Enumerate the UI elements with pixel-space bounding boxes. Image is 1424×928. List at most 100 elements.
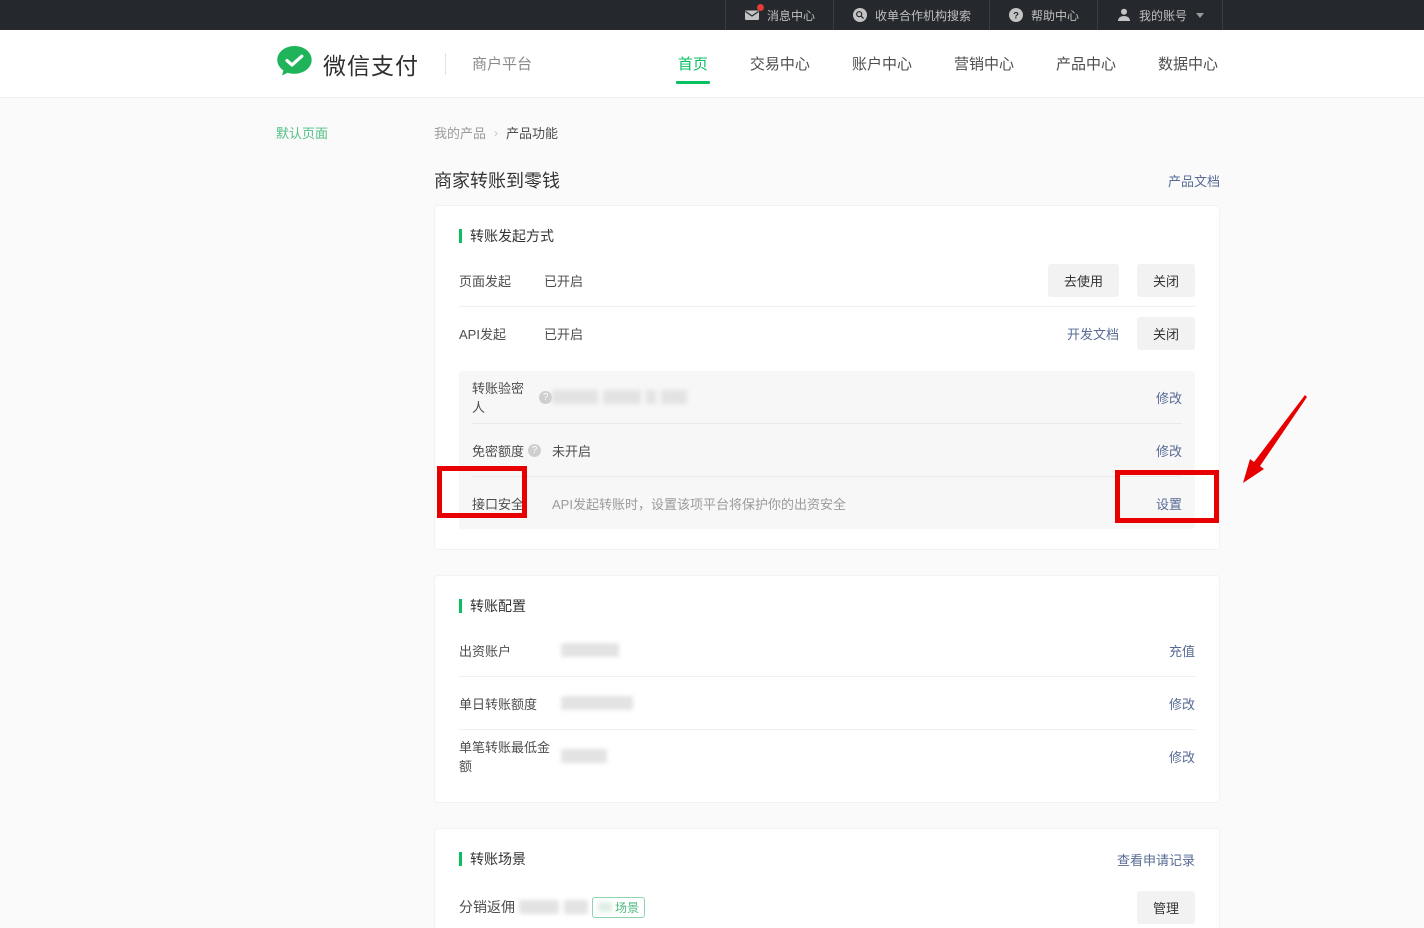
topbar-item-label: 帮助中心: [1031, 7, 1079, 24]
section-title: 转账发起方式: [459, 226, 554, 246]
section-title-text: 转账场景: [470, 849, 526, 869]
transfer-init-header: 转账发起方式: [459, 226, 1195, 246]
nav-marketing-center[interactable]: 营销中心: [952, 31, 1016, 96]
redacted-value: [552, 390, 687, 404]
topbar-item-label: 消息中心: [767, 7, 815, 24]
modify-link[interactable]: 修改: [1156, 388, 1182, 407]
row-label: 单日转账额度: [459, 694, 561, 713]
row-label: 转账验密人 ?: [472, 378, 552, 416]
row-transfer-verifier: 转账验密人 ? 修改: [472, 371, 1182, 423]
redacted-value: [561, 749, 607, 763]
section-accent-bar: [459, 229, 462, 243]
topbar-help-center[interactable]: ? 帮助中心: [989, 0, 1097, 30]
header: 微信支付 商户平台 首页 交易中心 账户中心 营销中心 产品中心 数据中心: [0, 30, 1424, 98]
product-doc-link[interactable]: 产品文档: [1168, 171, 1220, 190]
settings-link[interactable]: 设置: [1156, 494, 1182, 513]
modify-link[interactable]: 修改: [1156, 441, 1182, 460]
chevron-down-icon: [1196, 13, 1204, 18]
row-label: 接口安全: [472, 494, 552, 513]
page-title: 商家转账到零钱: [434, 167, 560, 193]
breadcrumb-current: 产品功能: [506, 123, 558, 142]
nav-transaction-center[interactable]: 交易中心: [748, 31, 812, 96]
breadcrumb: 我的产品 › 产品功能: [434, 123, 1220, 142]
row-value: 已开启: [544, 324, 583, 343]
transfer-scene-header: 转账场景 查看申请记录: [459, 849, 1195, 869]
question-icon[interactable]: ?: [539, 391, 552, 404]
transfer-config-card: 转账配置 出资账户 充值 单日转账额度 修改: [434, 575, 1220, 803]
row-value: 未开启: [552, 441, 591, 460]
help-icon: ?: [1008, 7, 1024, 23]
redacted-value: [519, 900, 588, 914]
brand-name: 微信支付: [323, 47, 419, 81]
svg-text:?: ?: [1013, 11, 1019, 22]
brand-divider: [445, 53, 446, 75]
section-title: 转账配置: [459, 596, 526, 616]
recharge-link[interactable]: 充值: [1169, 641, 1195, 660]
brand[interactable]: 微信支付 商户平台: [276, 45, 532, 82]
scene-label: 分销返佣: [459, 897, 515, 917]
topbar-item-label: 我的账号: [1139, 7, 1187, 24]
question-icon[interactable]: ?: [528, 444, 541, 457]
topbar-item-label: 收单合作机构搜索: [875, 7, 971, 24]
topbar-spacer: [1222, 0, 1424, 30]
view-records-link[interactable]: 查看申请记录: [1117, 850, 1195, 869]
breadcrumb-parent[interactable]: 我的产品: [434, 123, 486, 142]
row-page-initiate: 页面发起 已开启 去使用 关闭: [459, 254, 1195, 306]
dev-doc-link[interactable]: 开发文档: [1067, 324, 1119, 343]
redacted-value: [561, 696, 633, 710]
section-accent-bar: [459, 599, 462, 613]
content: 默认页面 我的产品 › 产品功能 商家转账到零钱 产品文档 转账发起方式 页面发…: [0, 98, 1424, 928]
mail-icon: [744, 7, 760, 23]
section-title: 转账场景: [459, 849, 526, 869]
row-daily-transfer-limit: 单日转账额度 修改: [459, 677, 1195, 729]
manage-button[interactable]: 管理: [1137, 891, 1195, 924]
row-label: 出资账户: [459, 641, 561, 660]
topbar-my-account[interactable]: 我的账号: [1097, 0, 1222, 30]
api-settings-panel: 转账验密人 ? 修改 免密额度 ?: [459, 371, 1195, 529]
page-title-row: 商家转账到零钱 产品文档: [434, 167, 1220, 193]
row-distribution-commission: 分销返佣 场景 管理: [459, 883, 1195, 928]
main-nav: 首页 交易中心 账户中心 营销中心 产品中心 数据中心: [676, 31, 1220, 96]
modify-link[interactable]: 修改: [1169, 694, 1195, 713]
row-label: API发起: [459, 324, 544, 343]
row-label-text: 免密额度: [472, 441, 524, 460]
sidebar-item-default-page[interactable]: 默认页面: [276, 123, 328, 142]
wechat-pay-logo-icon: [276, 45, 313, 82]
row-label-text: 转账验密人: [472, 378, 535, 416]
redacted-value: [561, 643, 619, 657]
row-label: 单笔转账最低金额: [459, 737, 561, 775]
nav-data-center[interactable]: 数据中心: [1156, 31, 1220, 96]
main-column: 我的产品 › 产品功能 商家转账到零钱 产品文档 转账发起方式 页面发起 已开启: [434, 98, 1220, 928]
section-title-text: 转账配置: [470, 596, 526, 616]
topbar-acquiring-search[interactable]: 收单合作机构搜索: [833, 0, 989, 30]
close-button[interactable]: 关闭: [1137, 317, 1195, 350]
topbar-message-center[interactable]: 消息中心: [725, 0, 833, 30]
brand-platform: 商户平台: [472, 53, 532, 74]
nav-home[interactable]: 首页: [676, 31, 710, 96]
row-funding-account: 出资账户 充值: [459, 624, 1195, 676]
row-value: 已开启: [544, 271, 583, 290]
row-label: 免密额度 ?: [472, 441, 552, 460]
section-accent-bar: [459, 852, 462, 866]
topbar: 消息中心 收单合作机构搜索 ? 帮助中心 我的账号: [0, 0, 1424, 30]
transfer-scene-card: 转账场景 查看申请记录 分销返佣 场景 管理 向销售、团长、主播等分销方发放佣金…: [434, 828, 1220, 928]
row-no-password-quota: 免密额度 ? 未开启 修改: [472, 424, 1182, 476]
close-button[interactable]: 关闭: [1137, 264, 1195, 297]
row-api-security: 接口安全 API发起转账时，设置该项平台将保护你的出资安全 设置: [472, 477, 1182, 529]
go-use-button[interactable]: 去使用: [1048, 264, 1119, 297]
search-icon: [852, 7, 868, 23]
row-description: API发起转账时，设置该项平台将保护你的出资安全: [552, 494, 846, 513]
user-icon: [1116, 7, 1132, 23]
notification-badge: [757, 4, 764, 11]
redacted-value: [598, 902, 612, 912]
row-label: 页面发起: [459, 271, 544, 290]
nav-account-center[interactable]: 账户中心: [850, 31, 914, 96]
modify-link[interactable]: 修改: [1169, 747, 1195, 766]
scene-tag: 场景: [592, 897, 645, 918]
scene-tag-text: 场景: [615, 899, 639, 916]
row-min-single-transfer: 单笔转账最低金额 修改: [459, 730, 1195, 782]
nav-product-center[interactable]: 产品中心: [1054, 31, 1118, 96]
section-title-text: 转账发起方式: [470, 226, 554, 246]
transfer-config-header: 转账配置: [459, 596, 1195, 616]
breadcrumb-separator-icon: ›: [494, 126, 498, 140]
